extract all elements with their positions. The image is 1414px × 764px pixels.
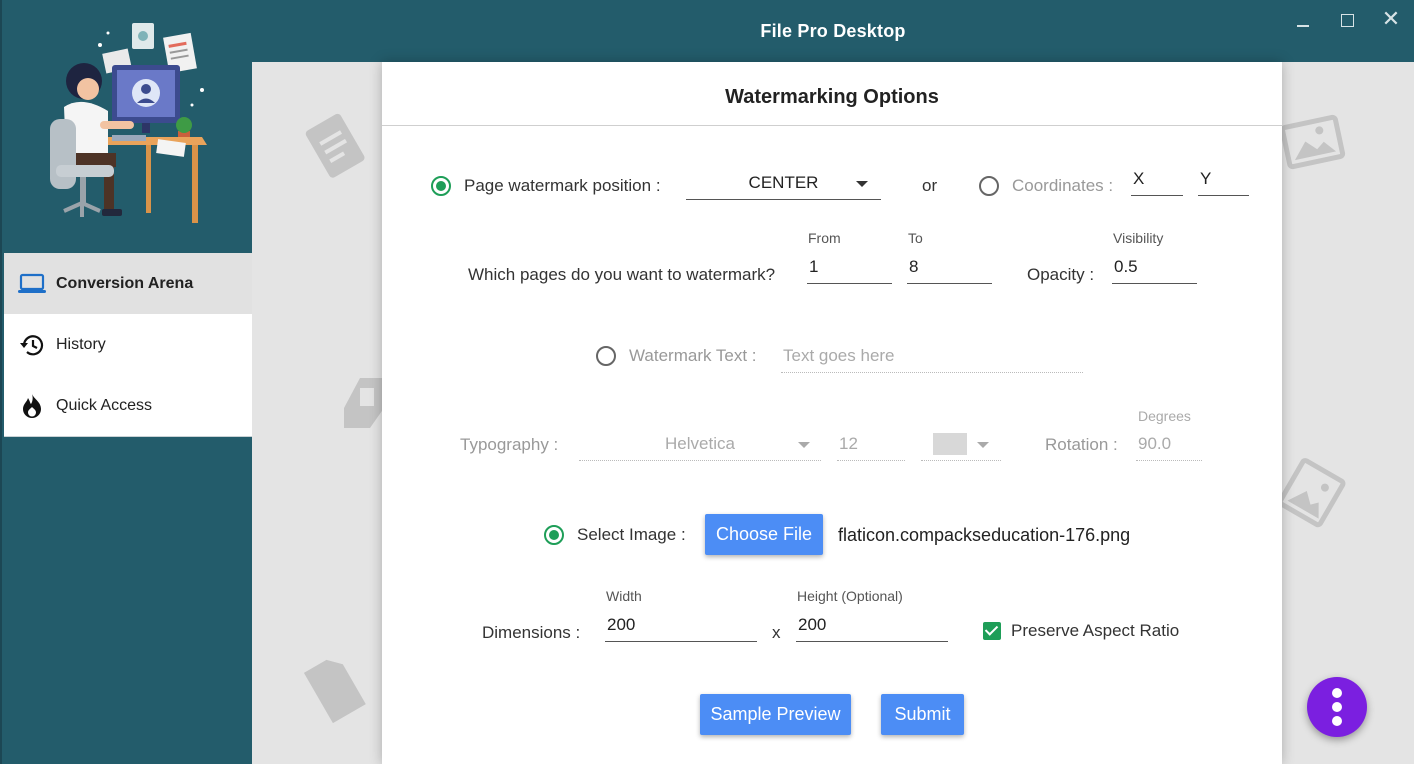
font-size-input[interactable]: 12 [837,429,905,461]
opacity-input[interactable]: 0.5 [1112,252,1197,284]
height-input[interactable]: 200 [796,610,948,642]
opacity-label: Opacity : [1027,265,1095,284]
watermark-options-card: Watermarking Options Page watermark posi… [382,62,1282,764]
rotation-label: Rotation : [1045,435,1118,454]
height-label: Height (Optional) [797,588,903,604]
font-family-value: Helvetica [665,434,735,453]
position-radio[interactable] [431,176,451,196]
watermark-text-radio[interactable] [596,346,616,366]
visibility-label: Visibility [1113,230,1164,246]
file-icon [303,659,366,724]
more-options-button[interactable] [1307,677,1367,737]
sidebar: Conversion Arena History Quick Access [0,0,254,764]
select-image-label: Select Image : [577,525,686,544]
color-swatch [933,433,967,455]
pages-label: Which pages do you want to watermark? [468,265,776,284]
font-color-picker[interactable] [921,429,1001,461]
watermark-text-placeholder: Text goes here [783,346,895,365]
coordinate-x-input[interactable]: X [1131,164,1183,196]
submit-button[interactable]: Submit [881,694,964,735]
history-icon [18,331,46,359]
watermark-text-input[interactable]: Text goes here [781,341,1083,373]
flame-icon [18,392,46,420]
selected-filename: flaticon.compackseducation-176.png [838,525,1131,545]
preserve-aspect-label: Preserve Aspect Ratio [1011,621,1180,640]
maximize-button[interactable] [1332,8,1362,34]
to-label: To [908,230,923,246]
from-label: From [808,230,841,246]
to-page-input[interactable]: 8 [907,252,992,284]
or-text: or [922,176,938,195]
times-symbol: x [772,623,781,642]
font-family-select[interactable]: Helvetica [579,429,821,461]
app-title: File Pro Desktop [760,21,906,41]
sidebar-item-quick-access[interactable]: Quick Access [4,375,254,436]
sidebar-item-conversion-arena[interactable]: Conversion Arena [4,253,254,314]
select-image-radio[interactable] [544,525,564,545]
chevron-down-icon [977,442,989,448]
typography-label: Typography : [460,435,559,454]
preserve-aspect-checkbox[interactable] [983,622,1001,640]
sidebar-item-label: History [56,335,106,353]
from-page-input[interactable]: 1 [807,252,892,284]
watermark-text-label: Watermark Text : [629,346,757,365]
sidebar-item-history[interactable]: History [4,314,254,375]
sidebar-item-label: Quick Access [56,396,153,414]
sidebar-item-label: Conversion Arena [56,274,194,292]
workspace-illustration [50,23,207,223]
chevron-down-icon [798,442,810,448]
coordinates-radio[interactable] [979,176,999,196]
choose-file-button[interactable]: Choose File [705,514,823,555]
coordinate-y-input[interactable]: Y [1198,164,1249,196]
position-select-value: CENTER [748,173,819,192]
coordinates-label: Coordinates : [1012,176,1114,195]
laptop-icon [18,270,46,298]
card-title: Watermarking Options [382,62,1282,126]
sample-preview-button[interactable]: Sample Preview [700,694,851,735]
image-icon [1277,458,1346,528]
width-input[interactable]: 200 [605,610,757,642]
position-label: Page watermark position : [464,176,661,195]
rotation-input[interactable]: 90.0 [1136,429,1202,461]
minimize-button[interactable] [1288,8,1318,34]
sidebar-nav: Conversion Arena History Quick Access [4,253,254,437]
dimensions-label: Dimensions : [482,623,581,642]
position-select[interactable]: CENTER [686,168,881,200]
image-icon [1280,114,1346,170]
close-button[interactable]: ✕ [1376,6,1406,32]
drive-icon [344,378,384,428]
document-icon [305,113,365,178]
chevron-down-icon [856,181,868,187]
degrees-label: Degrees [1138,408,1191,424]
width-label: Width [606,588,642,604]
